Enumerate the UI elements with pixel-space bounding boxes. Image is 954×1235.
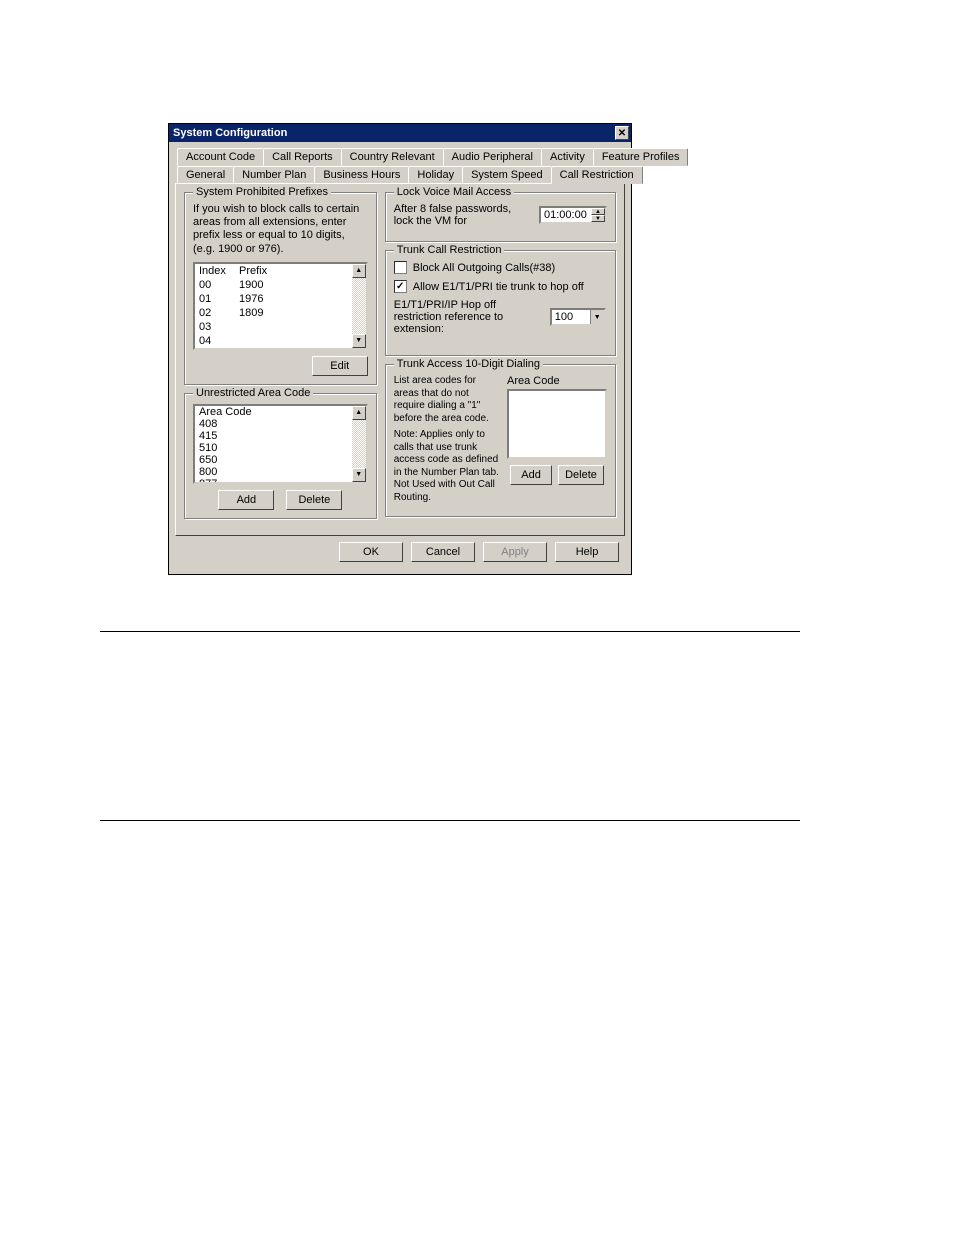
group-trunk-access-dialing: Trunk Access 10-Digit Dialing List area … — [385, 364, 616, 517]
list-item[interactable]: 650 — [195, 454, 366, 466]
prohibited-list[interactable]: Index Prefix 001900011976021809030405 ▲ … — [193, 262, 368, 350]
group-title: Unrestricted Area Code — [193, 387, 313, 399]
list-item[interactable]: 408 — [195, 418, 366, 430]
tab-panel-call-restriction: System Prohibited Prefixes If you wish t… — [175, 183, 625, 536]
add-button[interactable]: Add — [510, 465, 552, 485]
lockvm-label: After 8 false passwords, lock the VM for — [394, 203, 533, 227]
list-item[interactable]: 510 — [195, 442, 366, 454]
scroll-down-icon[interactable]: ▼ — [352, 334, 366, 348]
list-item[interactable]: 800 — [195, 466, 366, 478]
trunk-access-list[interactable] — [507, 389, 607, 459]
tab-activity[interactable]: Activity — [541, 148, 594, 166]
col-area-code: Area Code — [195, 406, 366, 418]
tab-business-hours[interactable]: Business Hours — [314, 166, 409, 184]
prohibited-hint: If you wish to block calls to certain ar… — [193, 203, 368, 256]
system-configuration-dialog: System Configuration ✕ Account CodeCall … — [168, 123, 632, 575]
lockvm-value: 01:00:00 — [541, 208, 591, 222]
tab-feature-profiles[interactable]: Feature Profiles — [593, 148, 689, 166]
group-title: System Prohibited Prefixes — [193, 186, 331, 198]
hopoff-ref-value: 100 — [552, 310, 590, 324]
cancel-button[interactable]: Cancel — [411, 542, 475, 562]
group-lock-voicemail: Lock Voice Mail Access After 8 false pas… — [385, 192, 616, 242]
tab-account-code[interactable]: Account Code — [177, 148, 264, 166]
apply-button[interactable]: Apply — [483, 542, 547, 562]
group-title: Trunk Access 10-Digit Dialing — [394, 358, 543, 370]
list-item[interactable]: 001900 — [195, 278, 366, 292]
close-button[interactable]: ✕ — [615, 126, 629, 140]
group-title: Trunk Call Restriction — [394, 244, 505, 256]
list-item[interactable]: 877 — [195, 478, 366, 484]
group-trunk-call-restriction: Trunk Call Restriction Block All Outgoin… — [385, 250, 616, 356]
tab-number-plan[interactable]: Number Plan — [233, 166, 315, 184]
scrollbar[interactable]: ▲ ▼ — [352, 406, 366, 482]
list-item[interactable]: 03 — [195, 320, 366, 334]
block-outgoing-checkbox[interactable] — [394, 261, 407, 274]
delete-button[interactable]: Delete — [558, 465, 604, 485]
dialog-buttons: OK Cancel Apply Help — [175, 536, 625, 568]
titlebar[interactable]: System Configuration ✕ — [169, 124, 631, 142]
group-prohibited-prefixes: System Prohibited Prefixes If you wish t… — [184, 192, 377, 385]
list-item[interactable]: 415 — [195, 430, 366, 442]
edit-button[interactable]: Edit — [312, 356, 368, 376]
list-item[interactable]: 04 — [195, 334, 366, 348]
list-item[interactable]: 011976 — [195, 292, 366, 306]
tab-call-reports[interactable]: Call Reports — [263, 148, 342, 166]
list-item[interactable]: 021809 — [195, 306, 366, 320]
col-area-code: Area Code — [507, 375, 607, 389]
scroll-up-icon[interactable]: ▲ — [352, 264, 366, 278]
list-item[interactable]: 05 — [195, 348, 366, 350]
divider — [100, 631, 800, 632]
spin-up-icon[interactable]: ▲ — [591, 208, 605, 215]
tabs: Account CodeCall ReportsCountry Relevant… — [175, 148, 625, 184]
add-button[interactable]: Add — [218, 490, 274, 510]
ok-button[interactable]: OK — [339, 542, 403, 562]
col-prefix: Prefix — [239, 265, 362, 277]
tab-holiday[interactable]: Holiday — [408, 166, 463, 184]
close-icon: ✕ — [618, 128, 626, 139]
tab-country-relevant[interactable]: Country Relevant — [341, 148, 444, 166]
unrestricted-list[interactable]: Area Code 408415510650800877 ▲ ▼ — [193, 404, 368, 484]
trunk-access-note2: Note: Applies only to calls that use tru… — [394, 429, 499, 504]
group-unrestricted-area-code: Unrestricted Area Code Area Code 4084155… — [184, 393, 377, 519]
tab-general[interactable]: General — [177, 166, 234, 184]
tab-call-restriction[interactable]: Call Restriction — [551, 166, 643, 184]
tab-system-speed[interactable]: System Speed — [462, 166, 552, 184]
window-title: System Configuration — [173, 127, 287, 139]
scrollbar[interactable]: ▲ ▼ — [352, 264, 366, 348]
block-outgoing-label: Block All Outgoing Calls(#38) — [413, 262, 555, 274]
allow-hopoff-label: Allow E1/T1/PRI tie trunk to hop off — [413, 281, 584, 293]
divider — [100, 820, 800, 821]
scroll-down-icon[interactable]: ▼ — [352, 468, 366, 482]
spin-down-icon[interactable]: ▼ — [591, 215, 605, 222]
delete-button[interactable]: Delete — [286, 490, 342, 510]
help-button[interactable]: Help — [555, 542, 619, 562]
scroll-up-icon[interactable]: ▲ — [352, 406, 366, 420]
allow-hopoff-checkbox[interactable] — [394, 280, 407, 293]
chevron-down-icon: ▼ — [590, 310, 604, 324]
hopoff-ref-combo[interactable]: 100 ▼ — [550, 308, 606, 326]
tab-audio-peripheral[interactable]: Audio Peripheral — [443, 148, 542, 166]
trunk-access-note1: List area codes for areas that do not re… — [394, 375, 499, 425]
lockvm-duration-spinner[interactable]: 01:00:00 ▲ ▼ — [539, 206, 607, 224]
group-title: Lock Voice Mail Access — [394, 186, 514, 198]
col-index: Index — [199, 265, 239, 277]
hopoff-ref-label: E1/T1/PRI/IP Hop off restriction referen… — [394, 299, 544, 335]
